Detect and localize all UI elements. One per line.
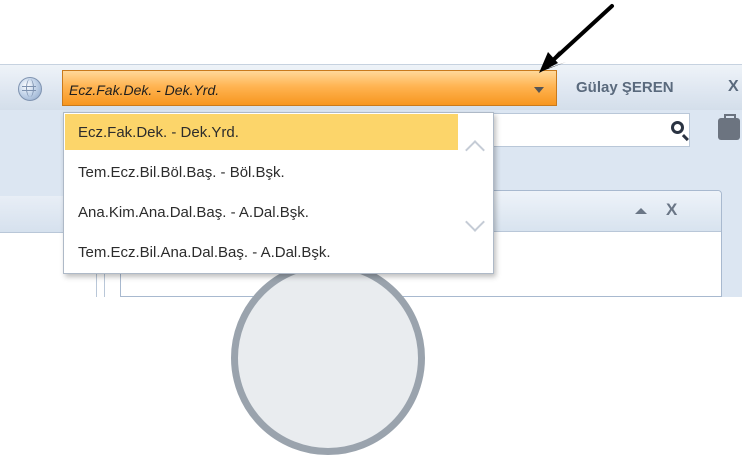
role-select-value: Ecz.Fak.Dek. - Dek.Yrd.: [69, 82, 220, 98]
clock-widget: [231, 261, 425, 455]
chevron-down-icon[interactable]: [465, 212, 485, 232]
panel-close-button[interactable]: X: [666, 200, 677, 220]
role-select[interactable]: Ecz.Fak.Dek. - Dek.Yrd.: [62, 70, 557, 106]
chevron-down-icon[interactable]: [534, 87, 544, 93]
globe-icon[interactable]: [18, 77, 42, 101]
role-option[interactable]: Tem.Ecz.Bil.Böl.Baş. - Böl.Bşk.: [65, 154, 458, 190]
briefcase-icon[interactable]: [718, 114, 740, 140]
role-option[interactable]: Ecz.Fak.Dek. - Dek.Yrd.: [65, 114, 458, 150]
triangle-up-icon[interactable]: [635, 208, 647, 214]
dropdown-scrollbar[interactable]: [460, 113, 493, 273]
chevron-up-icon[interactable]: [465, 140, 485, 160]
search-icon[interactable]: [671, 121, 684, 134]
role-option[interactable]: Tem.Ecz.Bil.Ana.Dal.Baş. - A.Dal.Bşk.: [65, 234, 458, 270]
search-input[interactable]: [490, 113, 690, 147]
role-option[interactable]: Ana.Kim.Ana.Dal.Baş. - A.Dal.Bşk.: [65, 194, 458, 230]
user-name[interactable]: Gülay ŞEREN: [576, 79, 674, 96]
role-dropdown-list[interactable]: Ecz.Fak.Dek. - Dek.Yrd. Tem.Ecz.Bil.Böl.…: [63, 112, 494, 274]
close-button[interactable]: X: [728, 78, 739, 96]
